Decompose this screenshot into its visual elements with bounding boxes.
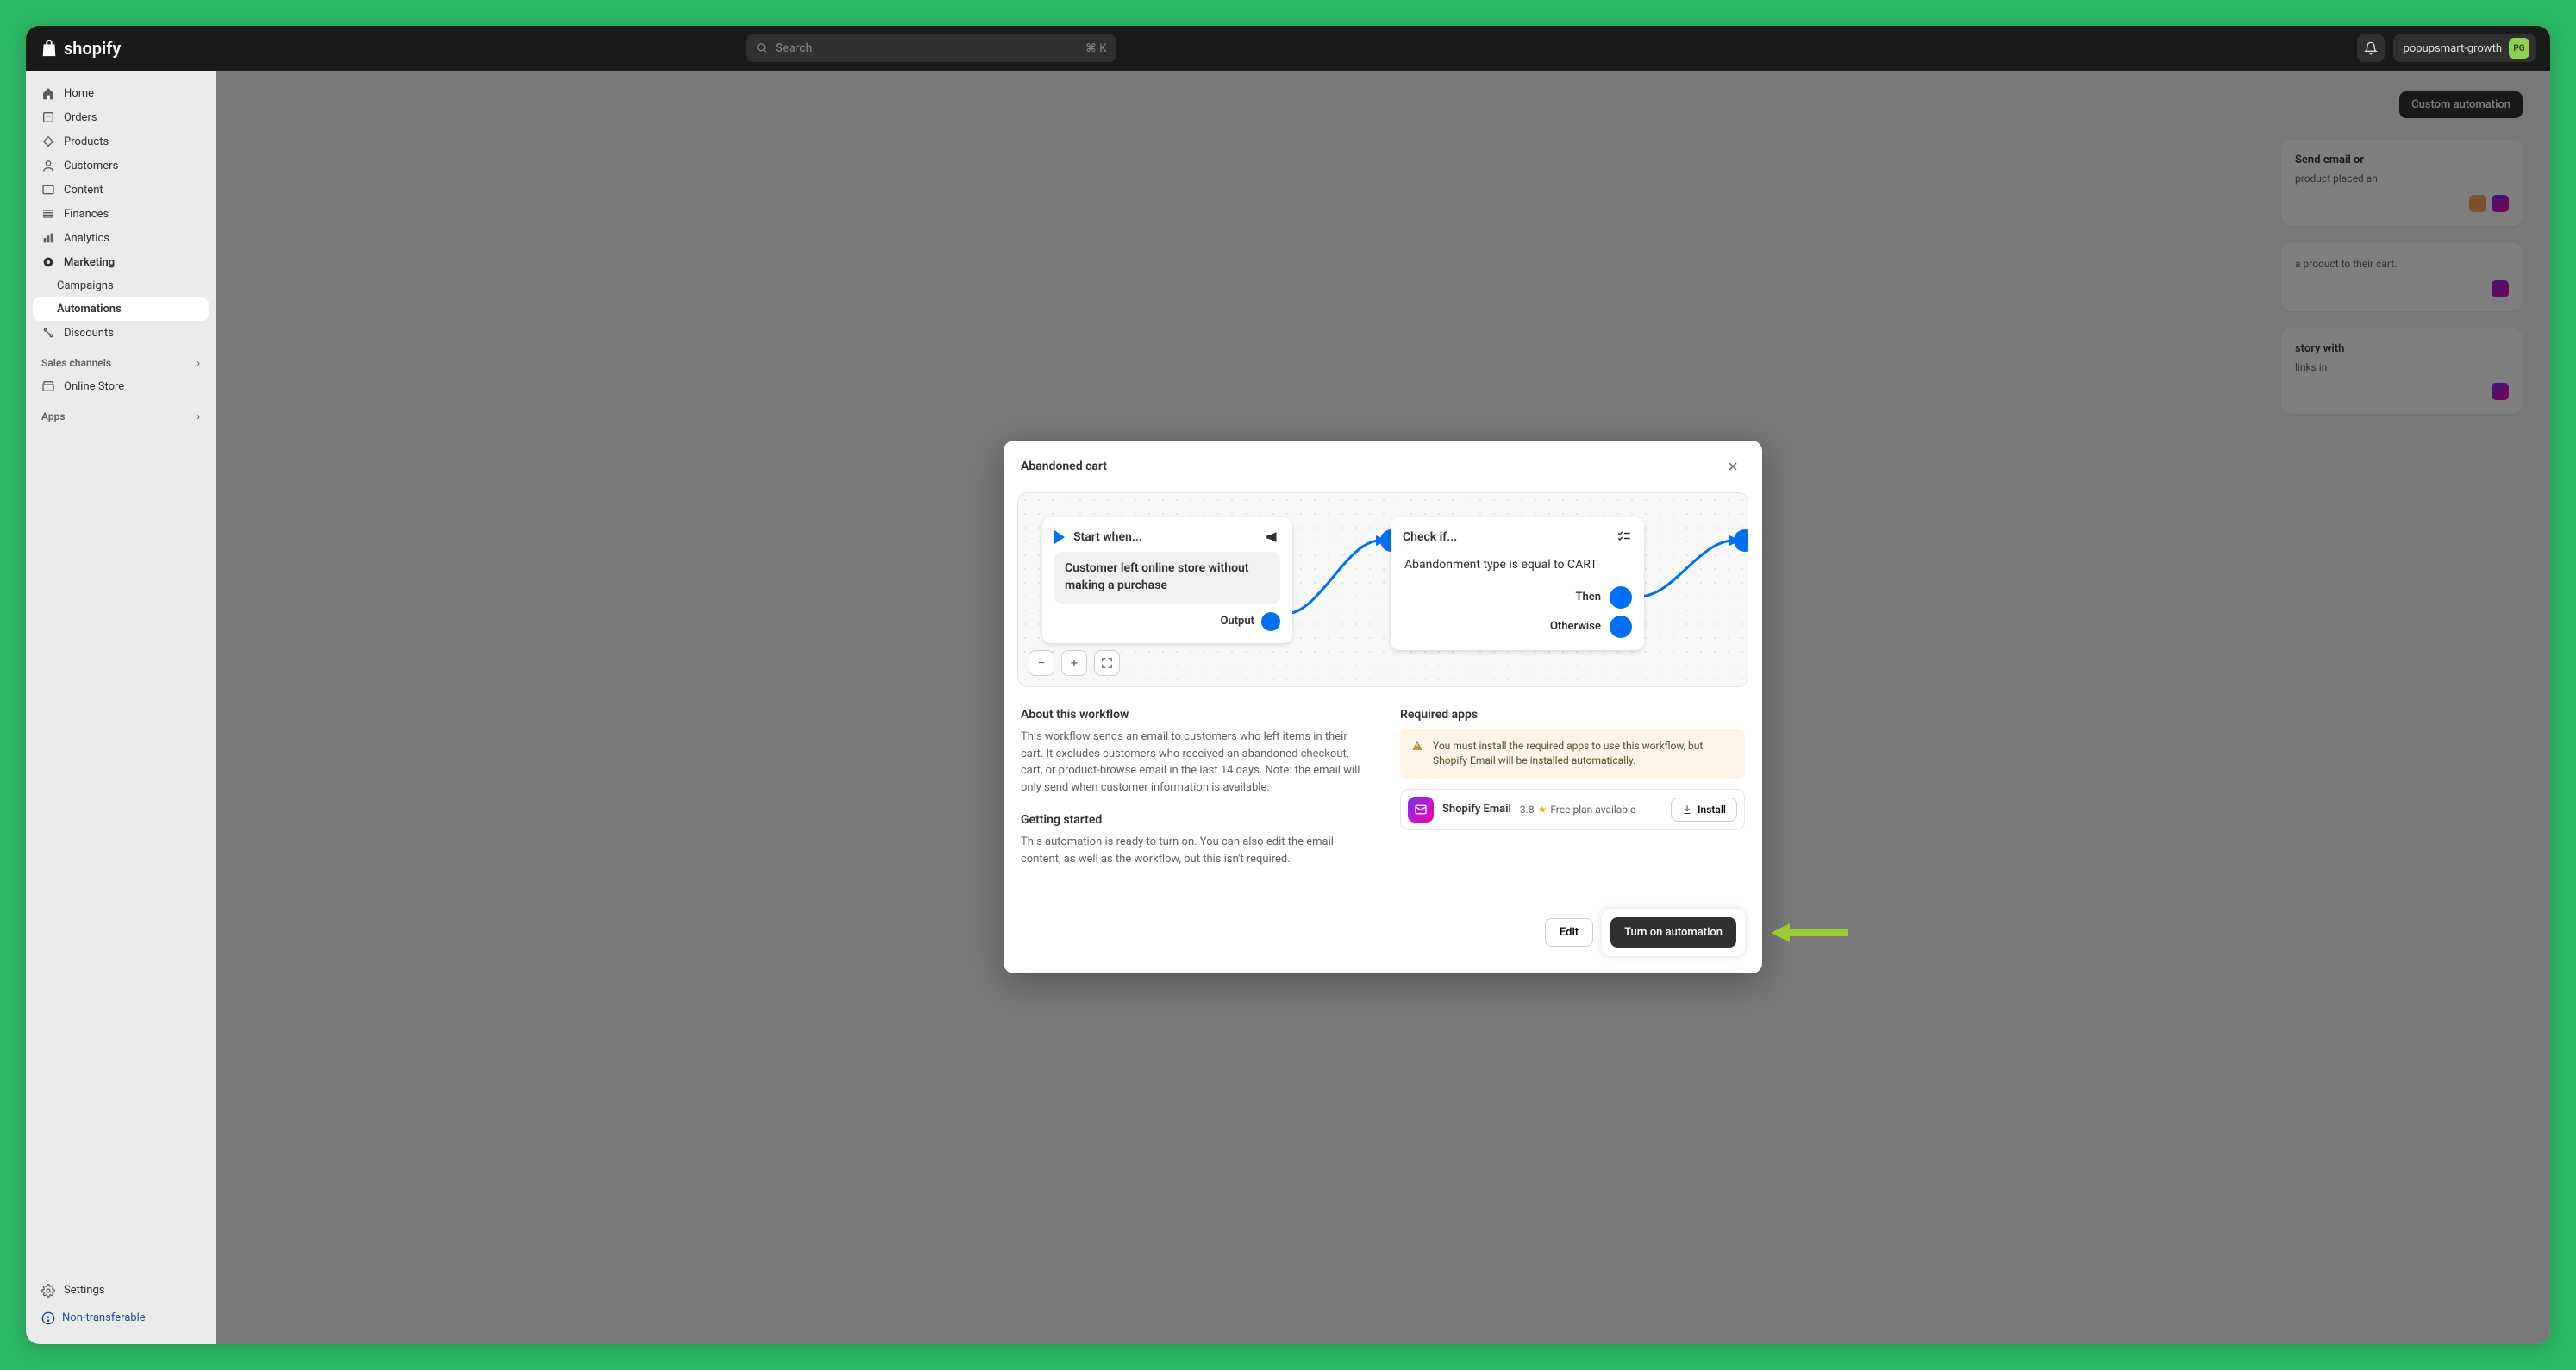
modal-header: Abandoned cart — [1004, 441, 1762, 492]
flow-start-body: Customer left online store without makin… — [1054, 552, 1280, 603]
avatar: PG — [2509, 38, 2529, 59]
megaphone-icon — [1265, 529, 1280, 545]
nav-orders[interactable]: Orders — [33, 105, 209, 129]
store-icon — [41, 379, 55, 393]
sidebar: Home Orders Products Customers Content F… — [26, 71, 216, 1344]
node-dot — [1261, 612, 1280, 631]
nav-campaigns[interactable]: Campaigns — [33, 274, 209, 297]
search-placeholder: Search — [775, 41, 812, 55]
nav-finances[interactable]: Finances — [33, 202, 209, 226]
play-icon — [1054, 530, 1065, 544]
checklist-icon — [1616, 529, 1632, 545]
customers-icon — [41, 159, 55, 172]
flow-check-body: Abandonment type is equal to CART — [1403, 552, 1632, 579]
search-input[interactable]: Search ⌘ K — [746, 34, 1116, 62]
close-button[interactable] — [1721, 454, 1745, 479]
marketing-icon — [41, 255, 55, 269]
workflow-canvas[interactable]: Start when... Customer left online store… — [1017, 492, 1748, 687]
download-icon — [1682, 804, 1692, 815]
install-button[interactable]: Install — [1671, 798, 1737, 822]
nav-settings[interactable]: Settings — [33, 1279, 209, 1303]
connector-line — [1630, 528, 1748, 631]
plus-icon: + — [1071, 655, 1079, 671]
finances-icon — [41, 207, 55, 221]
arrow-annotation — [1771, 920, 1848, 949]
non-transferable-badge[interactable]: Non-transferable — [33, 1303, 209, 1334]
nav-marketing[interactable]: Marketing — [33, 250, 209, 274]
getting-started-heading: Getting started — [1021, 813, 1366, 827]
topbar-right: popupsmart-growth PG — [2357, 34, 2536, 62]
content-area: Custom automation Send email or product … — [216, 71, 2550, 1344]
canvas-controls: − + — [1029, 650, 1120, 676]
close-icon — [1726, 460, 1740, 473]
app-name: Shopify Email — [1442, 803, 1511, 816]
node-dot — [1734, 529, 1748, 552]
zoom-in-button[interactable]: + — [1061, 650, 1087, 676]
topbar: shopify Search ⌘ K popupsmart-growth PG — [26, 26, 2550, 71]
flow-check-card[interactable]: Check if... Abandonment type is equal to… — [1391, 517, 1644, 650]
nav-analytics[interactable]: Analytics — [33, 226, 209, 250]
products-icon — [41, 134, 55, 148]
apps-header[interactable]: Apps› — [33, 398, 209, 428]
nav-home[interactable]: Home — [33, 81, 209, 105]
nav-automations[interactable]: Automations — [33, 297, 209, 321]
brand-text: shopify — [64, 38, 121, 59]
nav-products[interactable]: Products — [33, 129, 209, 153]
fullscreen-button[interactable] — [1094, 650, 1120, 676]
analytics-icon — [41, 231, 55, 245]
info-icon — [41, 1311, 55, 1325]
required-apps-heading: Required apps — [1400, 708, 1745, 722]
flow-start-card[interactable]: Start when... Customer left online store… — [1042, 517, 1292, 642]
shopify-bag-icon — [40, 38, 59, 59]
nav-online-store[interactable]: Online Store — [33, 374, 209, 398]
zoom-out-button[interactable]: − — [1029, 650, 1054, 676]
brand-logo[interactable]: shopify — [40, 38, 121, 59]
sales-channels-header[interactable]: Sales channels› — [33, 345, 209, 374]
content-icon — [41, 183, 55, 197]
minus-icon: − — [1038, 655, 1046, 671]
mail-icon — [1414, 803, 1428, 816]
warning-icon — [1410, 739, 1424, 753]
turn-on-highlight: Turn on automation — [1602, 909, 1745, 956]
app-frame: shopify Search ⌘ K popupsmart-growth PG … — [26, 26, 2550, 1344]
shopify-email-icon — [1408, 797, 1434, 823]
app-row: Shopify Email 3.8 ★ Free plan available … — [1400, 789, 1745, 830]
chevron-right-icon: › — [197, 357, 200, 369]
required-apps-column: Required apps You must install the requi… — [1400, 708, 1745, 885]
modal-footer: Edit Turn on automation — [1004, 895, 1762, 973]
getting-started-text: This automation is ready to turn on. You… — [1021, 834, 1366, 867]
search-icon — [756, 42, 768, 54]
search-shortcut: ⌘ K — [1085, 42, 1106, 55]
modal: Abandoned cart — [1004, 441, 1762, 973]
star-icon: ★ — [1538, 804, 1547, 816]
edit-button[interactable]: Edit — [1545, 918, 1593, 947]
notifications-button[interactable] — [2357, 34, 2385, 62]
modal-body: About this workflow This workflow sends … — [1004, 687, 1762, 895]
nav-content[interactable]: Content — [33, 178, 209, 202]
orders-icon — [41, 110, 55, 124]
main-area: Home Orders Products Customers Content F… — [26, 71, 2550, 1344]
node-dot — [1610, 616, 1632, 638]
node-dot — [1610, 586, 1632, 609]
chevron-right-icon: › — [197, 410, 200, 422]
store-name: popupsmart-growth — [2404, 42, 2502, 55]
arrow-icon — [1771, 920, 1848, 946]
modal-overlay[interactable]: Abandoned cart — [216, 71, 2550, 1344]
about-heading: About this workflow — [1021, 708, 1366, 722]
turn-on-automation-button[interactable]: Turn on automation — [1610, 917, 1736, 948]
discounts-icon — [41, 326, 55, 340]
app-meta: 3.8 ★ Free plan available — [1520, 804, 1635, 816]
about-text: This workflow sends an email to customer… — [1021, 729, 1366, 796]
gear-icon — [41, 1284, 55, 1298]
store-switcher[interactable]: popupsmart-growth PG — [2393, 34, 2536, 62]
nav-customers[interactable]: Customers — [33, 153, 209, 178]
expand-icon — [1101, 657, 1113, 669]
home-icon — [41, 86, 55, 100]
about-column: About this workflow This workflow sends … — [1021, 708, 1366, 885]
bell-icon — [2364, 41, 2378, 55]
nav-discounts[interactable]: Discounts — [33, 321, 209, 345]
warning-banner: You must install the required apps to us… — [1400, 729, 1745, 779]
modal-title: Abandoned cart — [1021, 460, 1107, 473]
